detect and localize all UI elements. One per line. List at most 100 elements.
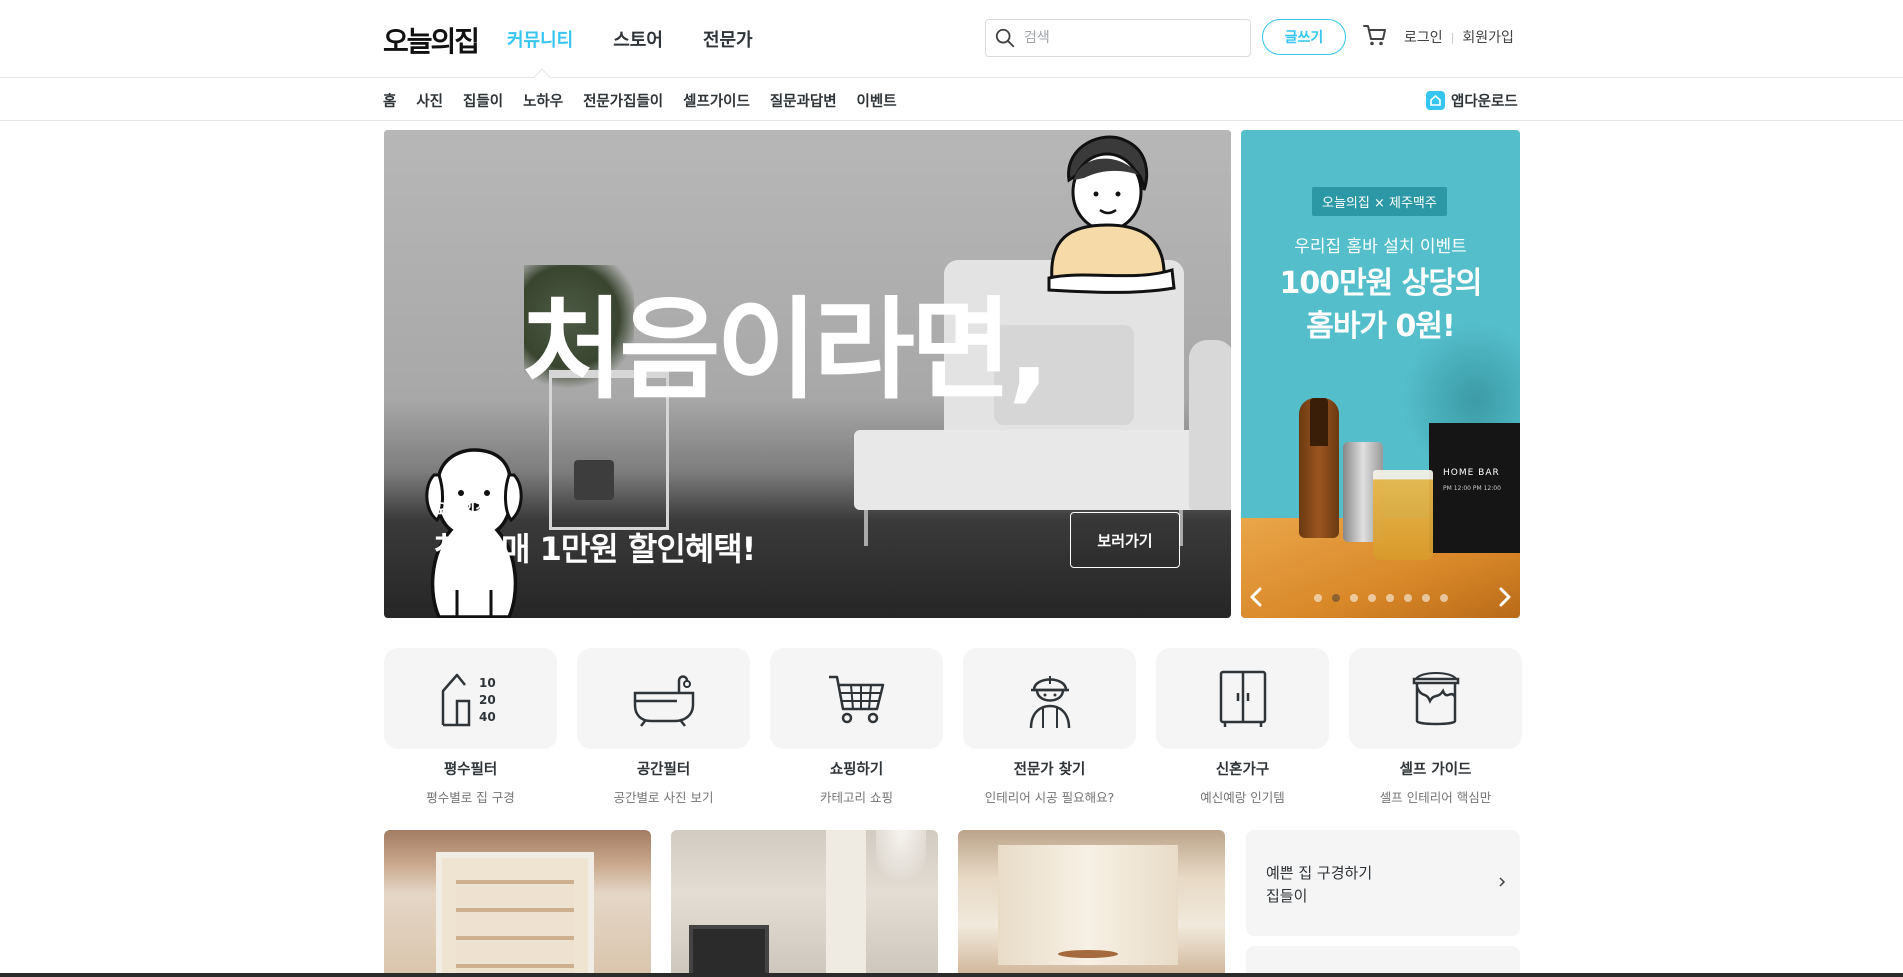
homebar-box-image: HOME BAR PM 12:00 PM 12:00: [1429, 423, 1520, 553]
bathtub-icon: [633, 674, 694, 727]
subnav-expert-housewarming[interactable]: 전문가집들이: [583, 90, 663, 111]
worker-icon: [1029, 675, 1070, 728]
carousel-dots: [1314, 594, 1448, 602]
house-size-icon: 10 20 40: [441, 673, 496, 726]
nav-community[interactable]: 커뮤니티: [507, 26, 573, 52]
category-tile: [577, 648, 750, 749]
category-desc: 셀프 인테리어 핵심만: [1379, 790, 1492, 805]
side-banner-title-line1: 100만원 상당의: [1279, 266, 1482, 301]
category-desc: 인테리어 시공 필요해요?: [984, 790, 1115, 805]
wardrobe-icon: [1219, 670, 1266, 727]
category-label: 쇼핑하기: [829, 762, 884, 778]
hero-banner[interactable]: 처음이라면, 오늘의집 첫 구매 1만원 할인혜택! 보러가기: [384, 130, 1231, 618]
category-shortcuts: 10 20 40 평수필터 평수별로 집 구경 공간필터 공간별로 사진 보기: [384, 648, 1522, 806]
category-label: 셀프 가이드: [1399, 762, 1472, 778]
category-desc: 카테고리 쇼핑: [820, 790, 893, 805]
sofa-arm-image: [1189, 340, 1231, 510]
category-space-filter[interactable]: 공간필터 공간별로 사진 보기: [577, 648, 750, 806]
carousel-dot[interactable]: [1350, 594, 1358, 602]
carousel-dot[interactable]: [1386, 594, 1394, 602]
carousel-dot[interactable]: [1314, 594, 1322, 602]
house-size-20: 20: [479, 693, 496, 707]
category-self-guide[interactable]: 셀프 가이드 셀프 인테리어 핵심만: [1349, 648, 1522, 806]
window-curtain-image: [998, 845, 1178, 965]
search-input[interactable]: [1024, 30, 1224, 46]
subnav-photos[interactable]: 사진: [416, 90, 443, 111]
category-label: 평수필터: [443, 762, 498, 778]
side-banner-title-line2: 홈바가 0원!: [1306, 309, 1455, 344]
sub-nav: 홈 사진 집들이 노하우 전문가집들이 셀프가이드 질문과답변 이벤트 앱다운로…: [0, 68, 1903, 121]
carousel-dot[interactable]: [1440, 594, 1448, 602]
pendant-lamp-image: [876, 830, 926, 880]
person-illustration: [1047, 135, 1176, 294]
main-nav: 커뮤니티 스토어 전문가: [507, 26, 753, 52]
carousel-next-icon[interactable]: [1492, 584, 1516, 610]
category-shopping[interactable]: 쇼핑하기 카테고리 쇼핑: [770, 648, 943, 806]
write-button[interactable]: 글쓰기: [1262, 19, 1346, 55]
subnav-self-guide[interactable]: 셀프가이드: [683, 90, 750, 111]
housewarming-card-line1: 예쁜 집 구경하기: [1266, 864, 1373, 882]
hero-headline: 처음이라면,: [522, 286, 1050, 414]
subnav-knowhow[interactable]: 노하우: [523, 90, 563, 111]
tv-image: [689, 925, 769, 977]
hero-view-button[interactable]: 보러가기: [1070, 512, 1180, 568]
carousel-dot[interactable]: [1422, 594, 1430, 602]
login-link[interactable]: 로그인: [1404, 27, 1443, 47]
subnav-qna[interactable]: 질문과답변: [770, 90, 837, 111]
hero-subtitle: 첫 구매 1만원 할인혜택!: [434, 530, 756, 568]
logo[interactable]: 오늘의집: [383, 20, 480, 60]
photo-card-dining[interactable]: [958, 830, 1225, 977]
app-download-link[interactable]: 앱다운로드: [1426, 90, 1518, 111]
house-size-40: 40: [479, 710, 496, 724]
search-icon: [995, 28, 1015, 48]
category-tile: [1156, 648, 1329, 749]
search-box[interactable]: [985, 19, 1251, 57]
subnav-housewarming[interactable]: 집들이: [463, 90, 503, 111]
category-newlywed-furniture[interactable]: 신혼가구 예신예랑 인기템: [1156, 648, 1329, 806]
closet-shelves-image: [456, 880, 574, 977]
app-download-label: 앱다운로드: [1451, 94, 1518, 110]
chevron-right-icon: [1499, 877, 1506, 887]
category-tile: [1349, 648, 1522, 749]
sub-nav-items: 홈 사진 집들이 노하우 전문가집들이 셀프가이드 질문과답변 이벤트: [383, 90, 897, 111]
housewarming-card-text: 예쁜 집 구경하기 집들이: [1266, 862, 1372, 908]
category-desc: 예신예랑 인기템: [1200, 790, 1285, 805]
subnav-home[interactable]: 홈: [383, 90, 396, 111]
signup-link[interactable]: 회원가입: [1462, 27, 1514, 47]
paint-bucket-icon: [1412, 671, 1459, 725]
homebar-hours: PM 12:00 PM 12:00: [1443, 485, 1501, 492]
bottom-edge-bar: [0, 973, 1903, 977]
side-banner-subtitle: 우리집 홈바 설치 이벤트: [1294, 237, 1467, 257]
category-size-filter[interactable]: 10 20 40 평수필터 평수별로 집 구경: [384, 648, 557, 806]
category-desc: 평수별로 집 구경: [426, 790, 515, 805]
category-label: 전문가 찾기: [1013, 762, 1086, 778]
homebar-label: HOME BAR: [1443, 468, 1500, 478]
photo-card-closet[interactable]: [384, 830, 651, 977]
side-banner[interactable]: 오늘의집 × 제주맥주 우리집 홈바 설치 이벤트 100만원 상당의 홈바가 …: [1241, 130, 1520, 618]
carousel-dot[interactable]: [1368, 594, 1376, 602]
nav-store[interactable]: 스토어: [613, 26, 663, 52]
plant-pot-image: [574, 460, 614, 500]
carousel-prev-icon[interactable]: [1245, 584, 1269, 610]
category-tile: 10 20 40: [384, 648, 557, 749]
category-tile: [963, 648, 1136, 749]
hero-brand: 오늘의집: [434, 500, 490, 518]
carousel-dot[interactable]: [1404, 594, 1412, 602]
cart-icon[interactable]: [1362, 22, 1388, 48]
auth-divider: |: [1450, 30, 1455, 44]
housewarming-card[interactable]: 예쁜 집 구경하기 집들이: [1246, 830, 1520, 936]
shopping-cart-icon: [828, 675, 884, 723]
app-house-icon: [1426, 91, 1445, 110]
housewarming-card-line2: 집들이: [1266, 887, 1308, 905]
house-size-10: 10: [479, 676, 496, 690]
sofa-leg: [864, 510, 868, 546]
photo-card-living-room[interactable]: [671, 830, 938, 977]
beer-bottle-neck: [1310, 398, 1328, 446]
top-header: 오늘의집 커뮤니티 스토어 전문가 글쓰기 로그인 | 회원가입: [0, 0, 1903, 78]
category-find-experts[interactable]: 전문가 찾기 인테리어 시공 필요해요?: [963, 648, 1136, 806]
auth-links: 로그인 | 회원가입: [1404, 27, 1514, 47]
carousel-dot[interactable]: [1332, 594, 1340, 602]
nav-experts[interactable]: 전문가: [703, 26, 753, 52]
subnav-events[interactable]: 이벤트: [857, 90, 897, 111]
category-label: 공간필터: [636, 762, 691, 778]
